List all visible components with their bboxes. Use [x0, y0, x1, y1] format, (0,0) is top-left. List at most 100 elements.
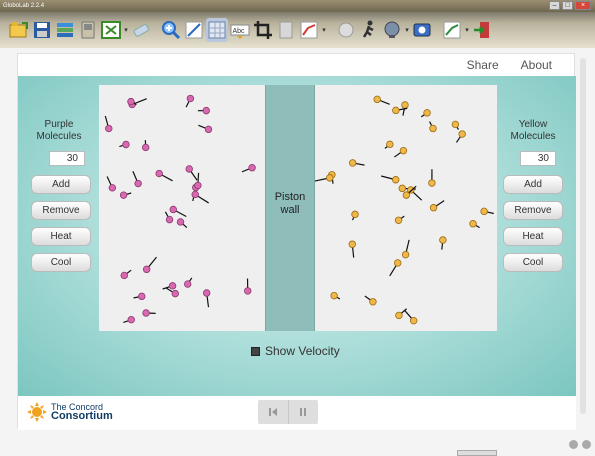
share-link[interactable]: Share [467, 58, 499, 72]
show-velocity-checkbox[interactable] [251, 346, 260, 356]
purple-molecule [127, 97, 137, 106]
purple-label-line1: Purple [44, 119, 74, 130]
text-icon[interactable]: Abc [229, 18, 251, 42]
purple-molecule [142, 309, 156, 317]
yellow-molecule [364, 295, 377, 306]
chevron-down-icon[interactable]: ▾ [404, 26, 410, 34]
spreadsheet-icon[interactable] [100, 18, 122, 42]
yellow-molecule [394, 215, 405, 224]
playback-controls [258, 400, 318, 424]
piston-label-line2: wall [280, 204, 300, 216]
purple-molecule [194, 172, 202, 190]
window-controls: – □ × [549, 1, 591, 10]
purple-molecule [184, 277, 193, 288]
skip-back-icon [268, 408, 277, 416]
purple-count-input[interactable]: 30 [49, 151, 85, 166]
chevron-down-icon[interactable]: ▾ [123, 26, 129, 34]
purple-molecule [176, 218, 188, 229]
line-icon[interactable] [183, 18, 205, 42]
chevron-down-icon[interactable]: ▾ [464, 26, 470, 34]
purple-cool-button[interactable]: Cool [31, 253, 91, 272]
yellow-molecules-label: Yellow Molecules [507, 119, 559, 143]
purple-molecule [120, 269, 132, 280]
about-link[interactable]: About [521, 58, 552, 72]
graph-icon[interactable] [298, 18, 320, 42]
zoom-icon[interactable] [160, 18, 182, 42]
circle-icon[interactable] [335, 18, 357, 42]
grid-icon[interactable] [206, 18, 228, 42]
yellow-molecule [380, 175, 400, 184]
yellow-label-line2: Molecules [510, 131, 556, 142]
page-icon[interactable] [275, 18, 297, 42]
camera-icon[interactable] [411, 18, 433, 42]
yellow-molecule [351, 210, 359, 221]
yellow-molecule [480, 207, 494, 216]
folder-open-icon[interactable] [8, 18, 30, 42]
purple-molecule [133, 292, 146, 301]
purple-molecule [198, 124, 213, 134]
purple-label-line2: Molecules [36, 131, 82, 142]
chart-icon[interactable] [441, 18, 463, 42]
yellow-molecule [394, 146, 408, 158]
eraser-icon[interactable] [130, 18, 152, 42]
status-circle-icon [582, 440, 591, 449]
yellow-count-input[interactable]: 30 [520, 151, 556, 166]
purple-molecule [142, 256, 157, 274]
top-nav: Share About [467, 58, 552, 72]
sun-logo-icon [27, 402, 47, 422]
purple-add-button[interactable]: Add [31, 175, 91, 194]
yellow-molecule [348, 159, 365, 167]
vertical-scrollbar[interactable] [580, 58, 586, 414]
purple-molecules-label: Purple Molecules [34, 119, 84, 143]
yellow-molecule [469, 220, 480, 229]
show-velocity-control[interactable]: Show Velocity [251, 344, 340, 358]
globe-icon[interactable] [381, 18, 403, 42]
molecule-chamber: Piston wall [99, 85, 497, 331]
books-icon[interactable] [54, 18, 76, 42]
yellow-molecule [420, 109, 431, 118]
yellow-remove-button[interactable]: Remove [503, 201, 563, 220]
purple-molecule [241, 164, 256, 173]
window-title-bar: GloboLab 2.2.4 – □ × [0, 0, 595, 12]
yellow-cool-button[interactable]: Cool [503, 253, 563, 272]
purple-molecule [185, 165, 198, 181]
maximize-button[interactable]: □ [562, 1, 573, 10]
pause-button[interactable] [287, 400, 319, 424]
status-icons [569, 440, 591, 449]
concord-logo[interactable]: The Concord Consortium [26, 401, 113, 423]
minimize-button[interactable]: – [549, 1, 560, 10]
close-button[interactable]: × [575, 1, 591, 10]
yellow-molecule [384, 140, 394, 149]
toolbar: ▾ Abc ▾ ▾ ▾ [0, 12, 595, 48]
purple-molecule [141, 140, 150, 152]
crop-icon[interactable] [252, 18, 274, 42]
pause-icon [300, 408, 307, 416]
purple-molecule [132, 170, 142, 188]
reset-button[interactable] [258, 400, 288, 424]
yellow-molecule [455, 130, 466, 143]
device-icon[interactable] [77, 18, 99, 42]
window-title: GloboLab 2.2.4 [3, 3, 45, 9]
chevron-down-icon[interactable]: ▾ [321, 26, 327, 34]
yellow-molecule [401, 239, 410, 259]
yellow-molecule [439, 236, 447, 250]
yellow-add-button[interactable]: Add [503, 175, 563, 194]
purple-molecule [164, 211, 174, 224]
yellow-label-line1: Yellow [518, 119, 548, 130]
yellow-molecule [403, 309, 418, 325]
svg-text:Abc: Abc [233, 28, 246, 35]
piston-label-line1: Piston [274, 191, 306, 203]
purple-molecule [244, 278, 252, 295]
purple-molecule [119, 140, 130, 149]
runner-icon[interactable] [358, 18, 380, 42]
simulation-frame: Share About Purple Molecules 30 Add Remo… [17, 53, 576, 430]
status-circle-icon [569, 440, 578, 449]
logo-line2: Consortium [51, 410, 113, 422]
exit-icon[interactable] [471, 18, 493, 42]
purple-remove-button[interactable]: Remove [31, 201, 91, 220]
yellow-molecule [330, 291, 341, 300]
save-icon[interactable] [31, 18, 53, 42]
yellow-heat-button[interactable]: Heat [503, 227, 563, 246]
purple-heat-button[interactable]: Heat [31, 227, 91, 246]
yellow-molecule [451, 120, 460, 130]
